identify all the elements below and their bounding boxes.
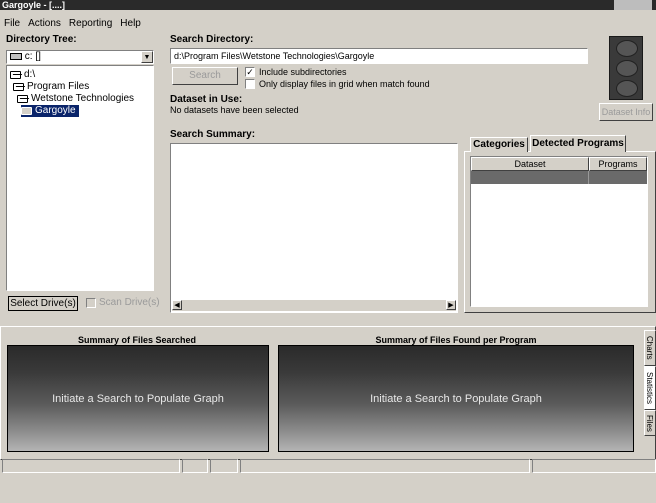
status-cell — [182, 459, 208, 473]
search-directory-label: Search Directory: — [170, 34, 254, 45]
directory-tree[interactable]: d:\ Program Files Wetstone Technologies … — [6, 65, 154, 291]
tree-item-label: Wetstone Technologies — [31, 93, 135, 104]
traffic-light-red-icon — [616, 40, 638, 57]
checkmark-icon[interactable]: ✓ — [245, 67, 255, 77]
side-tab-charts[interactable]: Charts — [644, 330, 656, 366]
include-subdirectories-label: Include subdirectories — [259, 67, 347, 77]
dataset-in-use-label: Dataset in Use: — [170, 94, 243, 105]
window-controls[interactable] — [614, 0, 652, 10]
checkbox-box[interactable] — [86, 297, 96, 308]
tree-item-wetstone[interactable]: Wetstone Technologies — [17, 93, 134, 105]
chevron-down-icon[interactable]: ▼ — [141, 51, 153, 63]
dataset-in-use-value: No datasets have been selected — [170, 105, 299, 115]
files-found-graph: Initiate a Search to Populate Graph — [278, 345, 634, 452]
only-display-checkbox[interactable]: Only display files in grid when match fo… — [245, 79, 430, 89]
scroll-right-icon[interactable]: ▶ — [446, 300, 456, 310]
menu-reporting[interactable]: Reporting — [69, 17, 112, 31]
traffic-light-indicator — [609, 36, 643, 100]
grid-header-dataset[interactable]: Dataset — [471, 157, 589, 171]
menu-file[interactable]: File — [4, 17, 20, 31]
tab-detected-programs[interactable]: Detected Programs — [530, 135, 626, 152]
select-drives-button[interactable]: Select Drive(s) — [8, 296, 78, 311]
search-button[interactable]: Search — [172, 67, 238, 85]
folder-open-icon — [13, 83, 24, 91]
drive-select[interactable]: c: [] ▼ — [6, 50, 154, 64]
grid-header: Dataset Programs — [471, 157, 647, 171]
tree-item-program-files[interactable]: Program Files — [13, 81, 89, 93]
horizontal-scrollbar[interactable]: ◀ ▶ — [172, 300, 456, 311]
tree-item-d[interactable]: d:\ — [10, 69, 35, 81]
search-path-input[interactable]: d:\Program Files\Wetstone Technologies\G… — [170, 48, 588, 64]
programs-grid[interactable]: Dataset Programs — [470, 156, 648, 307]
status-cell — [532, 459, 656, 473]
drive-icon — [10, 52, 22, 60]
traffic-light-yellow-icon — [616, 60, 638, 77]
drive-value: c: [] — [24, 51, 41, 62]
menu-actions[interactable]: Actions — [28, 17, 61, 31]
grid-cell — [589, 171, 647, 184]
window-title-bar[interactable]: Gargoyle - [....] — [0, 0, 656, 10]
grid-row[interactable] — [471, 171, 647, 184]
menu-bar: File Actions Reporting Help — [0, 17, 141, 31]
scan-drives-checkbox[interactable]: Scan Drive(s) — [86, 297, 160, 308]
folder-open-icon — [10, 71, 21, 79]
dataset-info-button[interactable]: Dataset Info — [599, 103, 653, 121]
grid-header-programs[interactable]: Programs — [589, 157, 647, 171]
side-tab-statistics[interactable]: Statistics — [644, 366, 656, 410]
folder-icon — [21, 107, 32, 115]
tree-item-label: Gargoyle — [35, 105, 76, 116]
scan-drives-label: Scan Drive(s) — [99, 297, 160, 308]
files-found-title: Summary of Files Found per Program — [375, 335, 537, 345]
tree-item-label: Program Files — [27, 81, 90, 92]
tree-item-label: d:\ — [24, 69, 36, 80]
checkbox-box[interactable] — [245, 79, 255, 89]
side-tab-files[interactable]: Files — [644, 410, 656, 436]
menu-help[interactable]: Help — [120, 17, 141, 31]
include-subdirectories-checkbox[interactable]: ✓ Include subdirectories — [245, 67, 347, 77]
files-searched-title: Summary of Files Searched — [77, 335, 197, 345]
status-cell — [240, 459, 530, 473]
window-title: Gargoyle - [....] — [2, 0, 66, 10]
search-summary-box[interactable]: ◀ ▶ — [170, 143, 458, 313]
status-bar — [0, 458, 656, 503]
directory-tree-label: Directory Tree: — [6, 34, 77, 45]
grid-cell — [471, 171, 589, 184]
only-display-label: Only display files in grid when match fo… — [259, 79, 430, 89]
tree-item-gargoyle[interactable]: Gargoyle — [21, 105, 79, 117]
graph-placeholder: Initiate a Search to Populate Graph — [370, 392, 542, 405]
files-searched-graph: Initiate a Search to Populate Graph — [7, 345, 269, 452]
status-cell — [2, 459, 180, 473]
scroll-left-icon[interactable]: ◀ — [172, 300, 182, 310]
status-cell — [210, 459, 238, 473]
folder-open-icon — [17, 95, 28, 103]
traffic-light-green-icon — [616, 80, 638, 97]
search-summary-label: Search Summary: — [170, 129, 256, 140]
tab-categories[interactable]: Categories — [470, 137, 528, 152]
graph-placeholder: Initiate a Search to Populate Graph — [52, 392, 224, 405]
